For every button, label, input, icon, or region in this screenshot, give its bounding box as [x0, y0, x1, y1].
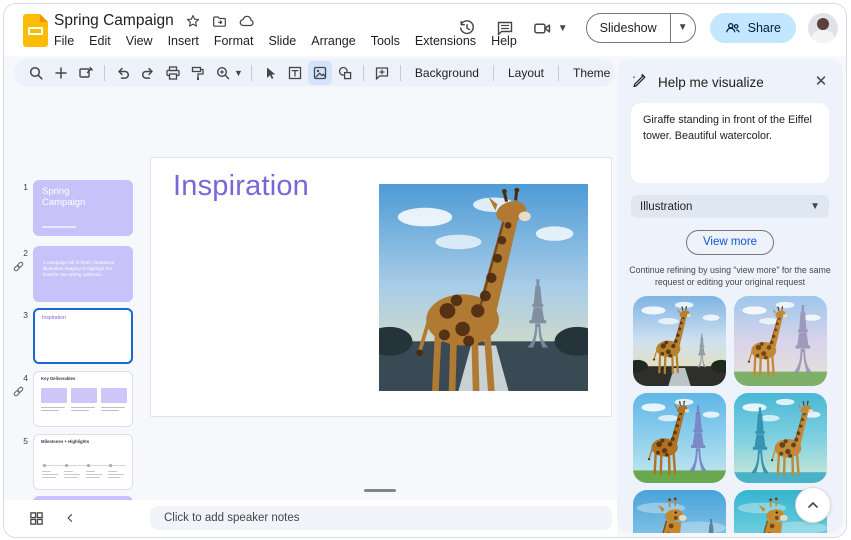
slide-number: 1	[10, 182, 28, 192]
menu-tools[interactable]: Tools	[371, 34, 400, 48]
linked-slide-icon	[12, 260, 26, 274]
generated-image-thumbnail-2[interactable]	[734, 296, 827, 386]
zoom-icon[interactable]	[211, 61, 235, 85]
layout-button[interactable]: Layout	[500, 66, 552, 80]
comments-icon[interactable]	[492, 15, 518, 41]
slides-logo[interactable]	[23, 14, 48, 47]
speaker-notes-input[interactable]: Click to add speaker notes	[150, 506, 612, 530]
slide-thumbnail-3-selected[interactable]: Inspiration	[33, 308, 133, 364]
search-menus-icon[interactable]	[24, 61, 48, 85]
paint-format-icon[interactable]	[186, 61, 210, 85]
slideshow-button[interactable]: Slideshow ▼	[586, 13, 696, 43]
view-more-button[interactable]: View more	[686, 230, 774, 255]
menu-view[interactable]: View	[126, 34, 153, 48]
meet-camera-icon[interactable]	[530, 15, 556, 41]
bottom-bar: Click to add speaker notes	[4, 500, 617, 537]
menu-insert[interactable]: Insert	[168, 34, 199, 48]
linked-slide-icon	[12, 385, 26, 399]
share-label: Share	[748, 21, 781, 35]
generated-image-thumbnail-1[interactable]	[633, 296, 726, 386]
help-me-visualize-panel: Help me visualize ✕ Giraffe standing in …	[617, 59, 843, 533]
theme-button[interactable]: Theme	[565, 66, 618, 80]
slideshow-label: Slideshow	[587, 21, 670, 35]
slide-title-text[interactable]: Inspiration	[173, 170, 309, 203]
style-dropdown[interactable]: Illustration ▼	[631, 195, 829, 218]
document-title[interactable]: Spring Campaign	[54, 12, 174, 30]
insert-image-icon[interactable]	[308, 61, 332, 85]
prompt-input[interactable]: Giraffe standing in front of the Eiffel …	[631, 103, 829, 183]
style-selected-value: Illustration	[640, 201, 692, 213]
toolbar: ▼ Background Layout Theme Transition	[14, 59, 615, 87]
slide-number: 5	[10, 436, 28, 446]
scroll-to-top-button[interactable]	[795, 487, 831, 523]
move-folder-icon[interactable]	[212, 13, 228, 29]
insert-shape-icon[interactable]	[333, 61, 357, 85]
generated-image-thumbnail-4[interactable]	[734, 393, 827, 483]
canvas-horizontal-scrollbar[interactable]	[364, 489, 396, 492]
style-caret-icon: ▼	[810, 201, 820, 212]
close-panel-icon[interactable]: ✕	[811, 72, 831, 92]
inserted-giraffe-image[interactable]	[379, 184, 588, 391]
app-bar: Spring Campaign File Edit View Insert Fo…	[4, 4, 846, 56]
edit-slide-icon[interactable]	[74, 61, 98, 85]
slide-number: 3	[10, 310, 28, 320]
menu-file[interactable]: File	[54, 34, 74, 48]
share-button[interactable]: Share	[710, 13, 796, 43]
collapse-filmstrip-icon[interactable]	[62, 510, 78, 526]
refine-hint-text: Continue refining by using “view more” f…	[625, 264, 835, 289]
menu-slide[interactable]: Slide	[268, 34, 296, 48]
slide-thumbnail-5[interactable]: Milestones + Highlights	[33, 434, 133, 490]
slide-thumbnail-2[interactable]: A campaign full of fresh, fantastical il…	[33, 246, 133, 302]
people-icon	[725, 20, 741, 36]
meet-caret-icon[interactable]: ▼	[558, 23, 568, 34]
menu-arrange[interactable]: Arrange	[311, 34, 355, 48]
slide-canvas[interactable]: Inspiration	[150, 157, 612, 417]
generated-image-thumbnail-5[interactable]	[633, 490, 726, 533]
slides-logo-slide-glyph	[28, 27, 43, 35]
magic-pencil-icon	[631, 71, 648, 93]
new-slide-icon[interactable]	[49, 61, 73, 85]
panel-title: Help me visualize	[658, 75, 811, 90]
account-avatar[interactable]	[808, 13, 838, 43]
version-history-icon[interactable]	[454, 15, 480, 41]
menu-format[interactable]: Format	[214, 34, 254, 48]
print-icon[interactable]	[161, 61, 185, 85]
slide-thumbnail-4[interactable]: Key Deliverables	[33, 371, 133, 427]
generated-image-thumbnail-3[interactable]	[633, 393, 726, 483]
grid-view-icon[interactable]	[26, 508, 46, 528]
zoom-caret-icon[interactable]: ▼	[234, 68, 243, 78]
star-icon[interactable]	[185, 13, 201, 29]
insert-comment-icon[interactable]	[370, 61, 394, 85]
background-button[interactable]: Background	[407, 66, 487, 80]
redo-icon[interactable]	[136, 61, 160, 85]
slide-filmstrip: 1 Spring Campaign 2 A campaign full of f…	[4, 90, 150, 537]
slide-number: 2	[10, 248, 28, 258]
slide-number: 4	[10, 373, 28, 383]
slide-thumbnail-1[interactable]: Spring Campaign	[33, 180, 133, 236]
undo-icon[interactable]	[111, 61, 135, 85]
slideshow-caret-icon[interactable]: ▼	[670, 14, 695, 42]
menu-edit[interactable]: Edit	[89, 34, 111, 48]
cloud-saved-icon[interactable]	[239, 13, 255, 29]
select-cursor-icon[interactable]	[258, 61, 282, 85]
app-window: Spring Campaign File Edit View Insert Fo…	[3, 3, 847, 538]
text-box-icon[interactable]	[283, 61, 307, 85]
